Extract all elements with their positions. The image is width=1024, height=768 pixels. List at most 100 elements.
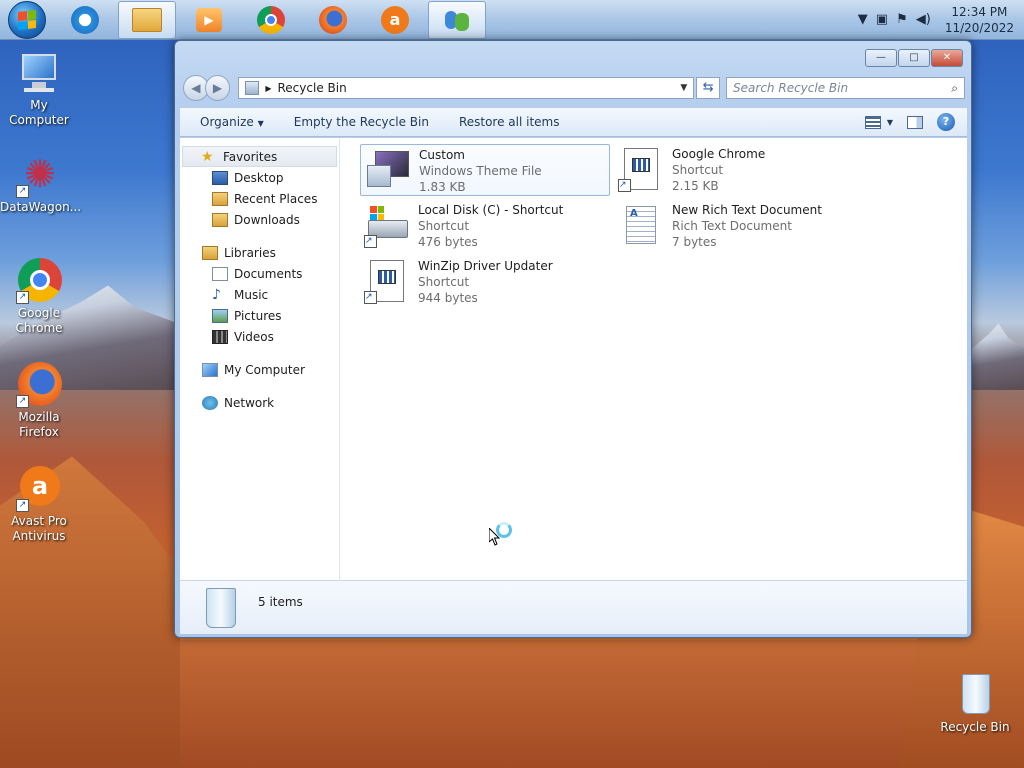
nav-downloads[interactable]: Downloads (180, 209, 339, 230)
busy-spinner-icon (496, 522, 512, 538)
nav-music[interactable]: ♪ Music (180, 284, 339, 305)
action-center-flag-icon[interactable]: ⚑ (896, 12, 908, 27)
shortcut-arrow-icon: ↗ (364, 235, 377, 248)
desktop-icon-label: My Computer (9, 98, 69, 127)
desktop-icon (212, 170, 228, 185)
file-type: Shortcut (672, 163, 724, 177)
nav-recent-places[interactable]: Recent Places (180, 188, 339, 209)
desktop-icon-my-computer[interactable]: My Computer (0, 50, 78, 128)
taskbar-network-button[interactable] (428, 0, 486, 39)
recycle-bin-icon (206, 587, 236, 628)
chevron-down-icon: ▼ (257, 119, 264, 128)
media-player-icon: ▶ (196, 7, 222, 32)
organize-button[interactable]: Organize ▼ (200, 115, 264, 129)
file-item[interactable]: ↗ Google Chrome Shortcut 2.15 KB (614, 144, 864, 196)
address-bar[interactable]: ▶ Recycle Bin ▼ (238, 77, 695, 99)
navigation-pane: ★ Favorites Desktop Recent Places Downlo… (180, 138, 340, 580)
explorer-window: — □ ✕ ◀ ▶ ▶ Recycle Bin ▼ ⇆ Search Recyc… (174, 40, 972, 638)
nav-label: Desktop (234, 170, 284, 185)
taskbar-firefox-button[interactable] (304, 1, 362, 39)
chrome-icon: ↗ (16, 258, 62, 304)
file-name: WinZip Driver Updater (418, 259, 553, 273)
nav-documents[interactable]: Documents (180, 263, 339, 284)
network-tray-icon[interactable]: ▣ (876, 12, 888, 27)
nav-libraries[interactable]: Libraries (180, 242, 339, 263)
desktop-icon-label: Recycle Bin (940, 720, 1010, 734)
help-button[interactable]: ? (937, 113, 955, 131)
desktop-icon-label: Google Chrome (15, 306, 63, 335)
local-disk-shortcut-icon: ↗ (364, 202, 410, 248)
shortcut-file-icon: ↗ (364, 258, 410, 304)
shortcut-arrow-icon: ↗ (16, 291, 29, 304)
nav-desktop[interactable]: Desktop (180, 167, 339, 188)
taskbar-explorer-button[interactable] (118, 0, 176, 39)
nav-label: Videos (234, 329, 274, 344)
nav-network[interactable]: Network (180, 392, 339, 413)
start-button[interactable] (8, 0, 46, 39)
desktop-icon-firefox[interactable]: ↗ Mozilla Firefox (0, 362, 78, 440)
forward-button[interactable]: ▶ (204, 75, 231, 101)
network-people-icon (443, 7, 471, 33)
maximize-button[interactable]: □ (898, 49, 930, 67)
file-name: Custom (419, 148, 465, 162)
nav-pictures[interactable]: Pictures (180, 305, 339, 326)
clock[interactable]: 12:34 PM 11/20/2022 (945, 4, 1014, 36)
navigation-bar: ◀ ▶ ▶ Recycle Bin ▼ ⇆ Search Recycle Bin… (183, 75, 965, 101)
taskbar-media-player-button[interactable]: ▶ (180, 1, 238, 39)
taskbar-ie-button[interactable] (56, 1, 114, 39)
datawagon-icon: ✺ ↗ (16, 152, 62, 198)
taskbar: ▶ a ▼ ▣ ⚑ ◀) 12:34 PM 11/20/2022 (0, 0, 1024, 40)
file-item[interactable]: ↗ Local Disk (C) - Shortcut Shortcut 476… (360, 200, 610, 252)
file-type: Shortcut (418, 275, 470, 289)
file-item[interactable]: A New Rich Text Document Rich Text Docum… (614, 200, 864, 252)
file-size: 2.15 KB (672, 179, 719, 193)
desktop-icon-recycle-bin[interactable]: Recycle Bin (936, 672, 1014, 735)
search-input[interactable]: Search Recycle Bin ⌕ (726, 77, 965, 99)
minimize-button[interactable]: — (865, 49, 897, 67)
address-dropdown-icon[interactable]: ▼ (680, 83, 687, 93)
change-view-button[interactable]: ▼ (864, 115, 893, 129)
theme-file-icon (365, 147, 411, 193)
ie-icon (71, 5, 99, 34)
file-size: 476 bytes (418, 235, 478, 249)
nav-favorites[interactable]: ★ Favorites (182, 146, 337, 167)
music-icon: ♪ (212, 286, 221, 303)
nav-videos[interactable]: Videos (180, 326, 339, 347)
nav-label: Network (224, 395, 275, 410)
file-type: Shortcut (418, 219, 470, 233)
nav-my-computer[interactable]: My Computer (180, 359, 339, 380)
desktop-icon-datawagon[interactable]: ✺ ↗ DataWagon... (0, 152, 81, 215)
breadcrumb[interactable]: Recycle Bin (278, 81, 347, 95)
status-item-count: 5 items (258, 594, 303, 609)
refresh-button[interactable]: ⇆ (696, 77, 721, 99)
system-tray: ▼ ▣ ⚑ ◀) 12:34 PM 11/20/2022 (858, 0, 1024, 40)
restore-all-items-button[interactable]: Restore all items (459, 115, 560, 129)
taskbar-chrome-button[interactable] (242, 1, 300, 39)
command-bar: Organize ▼ Empty the Recycle Bin Restore… (180, 107, 967, 137)
desktop-icon-label: Avast Pro Antivirus (11, 514, 67, 543)
preview-pane-button[interactable] (907, 115, 923, 129)
shortcut-arrow-icon: ↗ (618, 179, 631, 192)
desktop-icon-avast[interactable]: a ↗ Avast Pro Antivirus (0, 466, 78, 544)
search-placeholder: Search Recycle Bin (733, 81, 849, 95)
rich-text-document-icon: A (618, 202, 664, 248)
empty-recycle-bin-button[interactable]: Empty the Recycle Bin (294, 115, 429, 129)
documents-icon (212, 266, 228, 281)
file-size: 1.83 KB (419, 180, 466, 194)
close-button[interactable]: ✕ (931, 49, 963, 67)
desktop-icon-chrome[interactable]: ↗ Google Chrome (0, 258, 78, 336)
taskbar-avast-button[interactable]: a (366, 1, 424, 39)
file-item[interactable]: ↗ WinZip Driver Updater Shortcut 944 byt… (360, 256, 610, 308)
show-hidden-icons-icon[interactable]: ▼ (858, 12, 868, 27)
volume-icon[interactable]: ◀) (916, 12, 931, 27)
file-item[interactable]: Custom Windows Theme File 1.83 KB (360, 144, 610, 196)
firefox-icon: ↗ (16, 362, 62, 408)
shortcut-arrow-icon: ↗ (364, 291, 377, 304)
avast-icon: a ↗ (16, 466, 62, 512)
shortcut-arrow-icon: ↗ (16, 185, 29, 198)
search-icon[interactable]: ⌕ (951, 81, 958, 96)
nav-label: My Computer (224, 362, 305, 377)
star-icon: ★ (201, 148, 214, 165)
videos-icon (212, 329, 228, 344)
file-type: Windows Theme File (419, 164, 542, 178)
